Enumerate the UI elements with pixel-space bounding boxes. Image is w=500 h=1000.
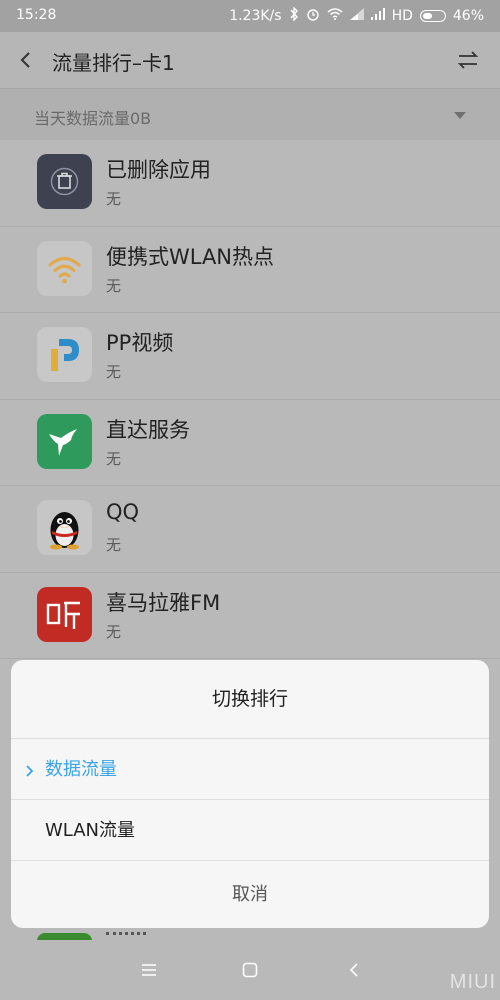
- app-name: 直达服务: [106, 417, 190, 442]
- ximalaya-icon: [37, 586, 92, 642]
- chevron-right-icon: [25, 739, 35, 800]
- nav-back-button[interactable]: [342, 958, 366, 982]
- app-usage: 无: [106, 536, 122, 554]
- status-right-group: 1.23K/s HD 46%: [229, 6, 484, 25]
- chevron-left-icon: [20, 52, 30, 68]
- status-time: 15:28: [16, 7, 57, 23]
- app-name: 喜马拉雅FM: [106, 590, 221, 615]
- pp-video-icon: [37, 327, 92, 382]
- list-item[interactable]: QQ 无: [0, 486, 500, 573]
- data-usage-filter[interactable]: 当天数据流量0B: [0, 88, 500, 140]
- app-usage: 无: [106, 363, 122, 381]
- trash-icon: [37, 154, 92, 209]
- network-speed: 1.23K/s: [229, 8, 282, 24]
- dialog-title: 切换排行: [11, 660, 489, 739]
- hd-label: HD: [391, 8, 413, 24]
- cancel-button[interactable]: 取消: [11, 861, 489, 928]
- app-usage: 无: [106, 449, 122, 468]
- battery-percent: 46%: [452, 8, 484, 24]
- menu-button[interactable]: [137, 958, 161, 982]
- list-item[interactable]: PP视频 无: [0, 313, 500, 400]
- option-label: 数据流量: [45, 759, 117, 780]
- home-icon: [242, 962, 258, 978]
- app-name: QQ: [106, 500, 140, 524]
- option-label: WLAN流量: [45, 820, 136, 841]
- back-button[interactable]: [14, 46, 40, 74]
- back-arrow-icon: [349, 963, 358, 977]
- status-bar: 15:28 1.23K/s HD 46%: [0, 0, 500, 32]
- bluetooth-icon: [289, 6, 299, 25]
- miui-watermark: MIUI: [449, 971, 496, 993]
- app-usage: 无: [106, 276, 122, 295]
- partial-app-name: [106, 932, 146, 940]
- app-usage: 无: [106, 622, 122, 641]
- qq-penguin-icon: [37, 500, 92, 555]
- switch-ranking-dialog: 切换排行 数据流量 WLAN流量 取消: [11, 660, 489, 928]
- signal-icon-sim2: [370, 8, 385, 24]
- app-bar: 流量排行–卡1: [0, 32, 500, 88]
- menu-icon: [142, 964, 156, 976]
- app-usage-list: 已删除应用 无 便携式WLAN热点 无 PP视频 无 直达服务 无 QQ 无 喜…: [0, 140, 500, 659]
- list-item[interactable]: 直达服务 无: [0, 400, 500, 486]
- dropdown-arrow-icon: [454, 112, 466, 119]
- list-item[interactable]: 已删除应用 无: [0, 140, 500, 227]
- app-name: 便携式WLAN热点: [106, 244, 275, 269]
- filter-label: 当天数据流量0B: [34, 109, 152, 128]
- option-data-usage[interactable]: 数据流量: [11, 739, 489, 800]
- battery-fill: [422, 13, 432, 19]
- app-name: 已删除应用: [106, 158, 211, 182]
- app-name: PP视频: [106, 331, 174, 355]
- swap-arrows-icon: [457, 51, 479, 69]
- switch-ranking-button[interactable]: [456, 48, 480, 72]
- page-title: 流量排行–卡1: [52, 51, 175, 75]
- home-button[interactable]: [238, 958, 262, 982]
- battery-icon: [419, 10, 446, 22]
- alarm-icon: [306, 7, 320, 25]
- list-item[interactable]: 喜马拉雅FM 无: [0, 573, 500, 659]
- signal-icon-sim1: [349, 8, 364, 24]
- wifi-hotspot-icon: [37, 240, 92, 296]
- navigation-bar: MIUI: [0, 940, 500, 1000]
- option-wlan-usage[interactable]: WLAN流量: [11, 800, 489, 861]
- hummingbird-icon: [37, 413, 92, 469]
- wifi-icon: [327, 8, 343, 24]
- list-item[interactable]: 便携式WLAN热点 无: [0, 227, 500, 313]
- app-usage: 无: [106, 190, 122, 208]
